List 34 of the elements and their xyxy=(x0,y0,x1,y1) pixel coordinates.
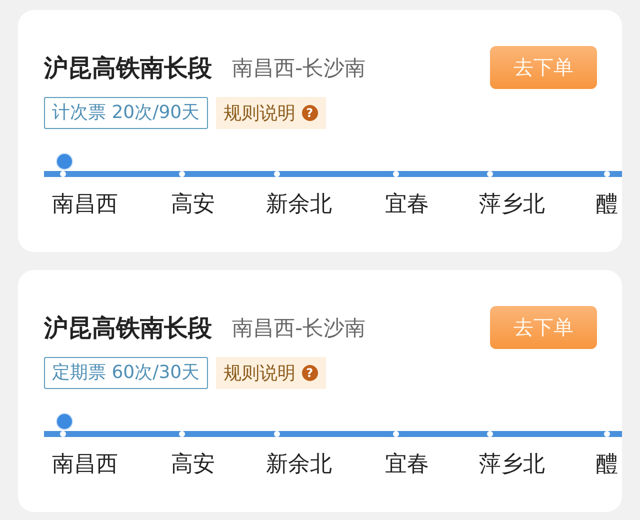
ticket-tag: 计次票 20次/90天 xyxy=(44,97,208,129)
station-name[interactable]: 新余北 xyxy=(266,189,377,219)
station-name[interactable]: 宜春 xyxy=(385,189,471,219)
station-name[interactable]: 新余北 xyxy=(266,449,377,479)
station-dot xyxy=(393,431,399,437)
station-dot xyxy=(274,171,280,177)
route-stations: 南昌西-长沙南 xyxy=(232,314,367,342)
station-name[interactable]: 醴 xyxy=(596,449,622,479)
station-dot xyxy=(60,431,66,437)
station-name[interactable]: 南昌西 xyxy=(52,449,163,479)
station-dot xyxy=(179,171,185,177)
station-dot xyxy=(604,171,610,177)
rules-link[interactable]: 规则说明 ? xyxy=(216,357,326,389)
ticket-tag: 定期票 60次/30天 xyxy=(44,357,208,389)
station-name[interactable]: 高安 xyxy=(171,189,258,219)
station-dot xyxy=(179,431,185,437)
station-dot xyxy=(604,431,610,437)
station-name[interactable]: 醴 xyxy=(596,189,622,219)
station-dot xyxy=(393,171,399,177)
station-dot xyxy=(60,171,66,177)
rules-link[interactable]: 规则说明 ? xyxy=(216,97,326,129)
station-dot xyxy=(274,431,280,437)
station-name[interactable]: 萍乡北 xyxy=(479,449,588,479)
help-icon: ? xyxy=(302,105,318,121)
station-dot xyxy=(487,431,493,437)
station-name[interactable]: 宜春 xyxy=(385,449,471,479)
route-stations: 南昌西-长沙南 xyxy=(232,54,367,82)
station-dot xyxy=(487,171,493,177)
help-icon: ? xyxy=(302,365,318,381)
route-title: 沪昆高铁南长段 xyxy=(44,312,212,344)
route-title: 沪昆高铁南长段 xyxy=(44,52,212,84)
station-name[interactable]: 南昌西 xyxy=(52,189,163,219)
station-name[interactable]: 萍乡北 xyxy=(479,189,588,219)
station-name[interactable]: 高安 xyxy=(171,449,258,479)
